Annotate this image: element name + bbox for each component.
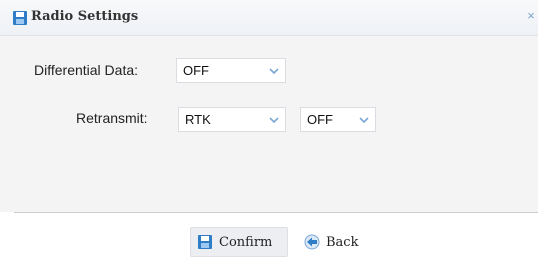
settings-form: Differential Data: OFF Retransmit: RTK O… [0,36,538,212]
save-icon [198,235,212,249]
radio-settings-dialog: Radio Settings × Differential Data: OFF … [0,0,538,271]
differential-data-value: OFF [183,63,209,78]
retransmit-mode-select[interactable]: RTK [178,107,286,132]
save-icon [13,11,27,25]
differential-data-label: Differential Data: [34,62,139,78]
confirm-button[interactable]: Confirm [190,227,288,257]
retransmit-state-value: OFF [307,112,333,127]
retransmit-mode-value: RTK [185,112,211,127]
confirm-label: Confirm [219,234,273,250]
differential-data-select[interactable]: OFF [176,58,286,83]
retransmit-state-select[interactable]: OFF [300,107,376,132]
chevron-down-icon [359,117,369,124]
retransmit-label: Retransmit: [76,110,148,126]
dialog-footer: Confirm Back [0,213,538,271]
back-arrow-icon [304,234,320,250]
close-icon[interactable]: × [524,9,538,23]
chevron-down-icon [269,117,279,124]
back-button[interactable]: Back [302,227,372,257]
back-label: Back [326,234,359,250]
dialog-title: Radio Settings [31,9,139,24]
title-bar[interactable]: Radio Settings × [0,0,538,36]
chevron-down-icon [269,68,279,75]
